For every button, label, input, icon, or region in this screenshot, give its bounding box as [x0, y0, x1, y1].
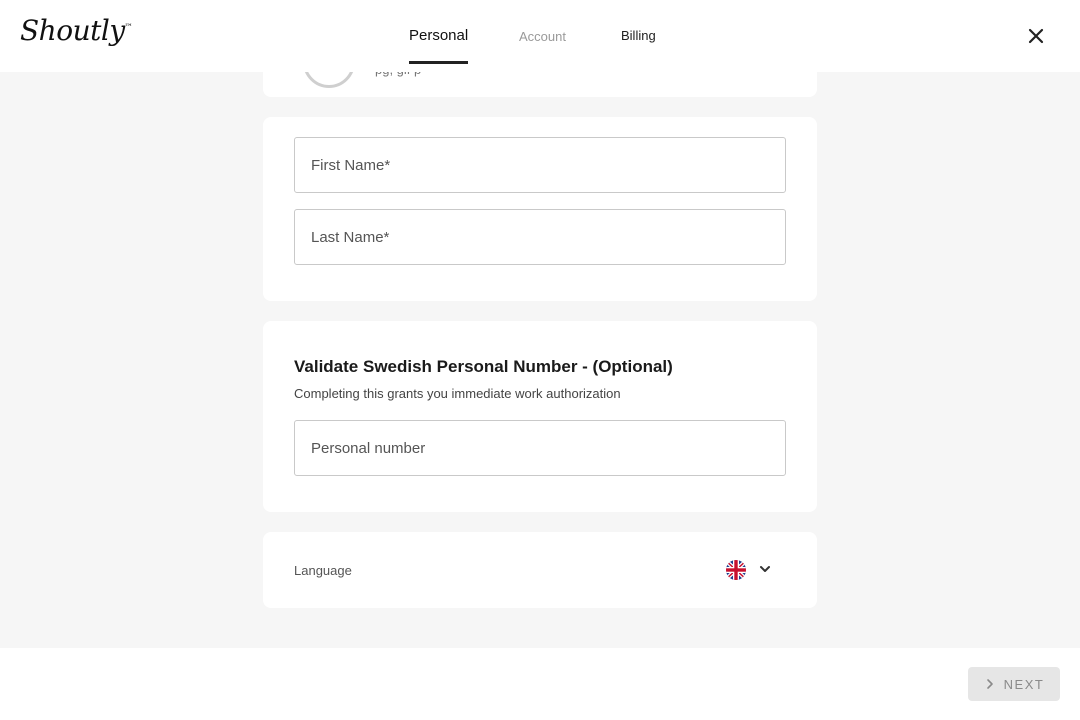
name-card	[263, 117, 817, 301]
logo-text: Shoutly	[20, 14, 125, 47]
language-card: Language	[263, 532, 817, 608]
last-name-field[interactable]	[294, 209, 786, 265]
tab-personal[interactable]: Personal	[409, 27, 469, 64]
first-name-input[interactable]	[311, 156, 769, 174]
personal-number-input[interactable]	[311, 439, 769, 457]
language-label: Language	[294, 563, 352, 578]
close-icon[interactable]	[1024, 24, 1048, 48]
next-button[interactable]: NEXT	[968, 667, 1060, 701]
uk-flag-icon	[726, 560, 746, 580]
next-button-label: NEXT	[1003, 676, 1045, 692]
first-name-field[interactable]	[294, 137, 786, 193]
validate-title: Validate Swedish Personal Number - (Opti…	[294, 357, 673, 376]
tab-billing[interactable]: Billing	[621, 28, 656, 63]
top-bar: Shoutly™ Personal Account Billing	[0, 0, 1080, 72]
chevron-right-icon	[986, 679, 993, 689]
validate-personal-number-card: Validate Swedish Personal Number - (Opti…	[263, 321, 817, 512]
bottom-bar: NEXT	[0, 648, 1080, 720]
tab-account[interactable]: Account	[519, 29, 566, 64]
last-name-input[interactable]	[311, 228, 769, 246]
language-select[interactable]	[725, 558, 777, 582]
shoutly-logo[interactable]: Shoutly™	[20, 14, 133, 47]
validate-subtitle: Completing this grants you immediate wor…	[294, 386, 621, 401]
personal-number-field[interactable]	[294, 420, 786, 476]
chevron-down-icon	[760, 566, 770, 572]
